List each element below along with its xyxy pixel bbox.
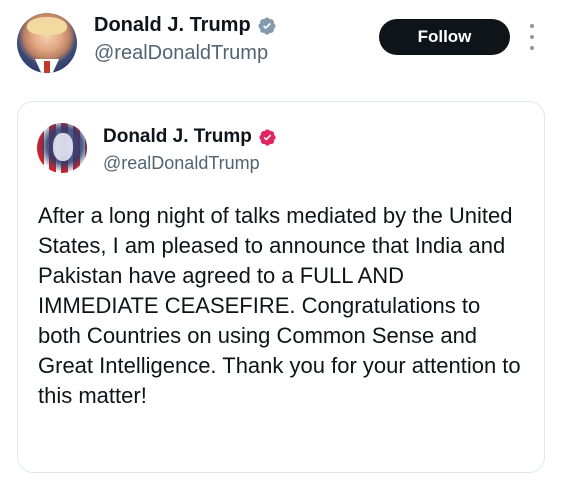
avatar-tie [44,61,50,73]
author-name-row: Donald J. Trump [94,14,277,37]
quoted-name-row: Donald J. Trump [103,126,277,148]
quoted-post-card[interactable]: Donald J. Trump @realDonaldTrump After a… [17,101,545,473]
post-text: After a long night of talks mediated by … [38,203,521,408]
quoted-display-name[interactable]: Donald J. Trump [103,126,252,148]
avatar-hair [27,17,67,35]
follow-button[interactable]: Follow [379,19,510,55]
quoted-author-avatar[interactable] [37,123,87,173]
more-dot [530,35,534,39]
author-display-name[interactable]: Donald J. Trump [94,14,251,37]
avatar-face [53,133,73,161]
more-dot [530,46,534,50]
more-dot [530,24,534,28]
more-vertical-icon[interactable] [524,24,540,50]
author-avatar[interactable] [17,13,77,73]
post-header: Donald J. Trump @realDonaldTrump Follow [0,0,562,84]
quoted-handle[interactable]: @realDonaldTrump [103,153,260,174]
verified-icon [258,16,276,35]
author-handle[interactable]: @realDonaldTrump [94,42,268,65]
verified-icon [259,128,276,146]
